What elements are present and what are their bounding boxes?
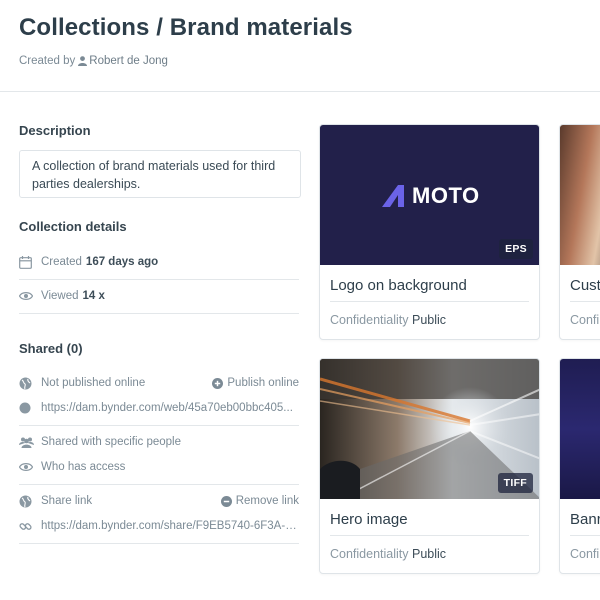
viewed-label: Viewed [41, 290, 79, 302]
divider [570, 535, 600, 536]
divider [330, 535, 529, 536]
created-by: Created by Robert de Jong [19, 55, 168, 67]
share-link-label: Share link [41, 495, 93, 507]
publish-url-row: https://dam.bynder.com/web/45a70eb00bbc4… [19, 393, 299, 423]
created-by-label: Created by [19, 55, 76, 67]
share-url[interactable]: https://dam.bynder.com/share/F9EB5740-6F… [41, 520, 299, 532]
asset-card[interactable]: TIFF Hero image Confidentiality Public [319, 358, 540, 574]
divider [570, 301, 600, 302]
asset-confidentiality: Confidentiality Public [330, 547, 446, 561]
asset-name[interactable]: Cust [570, 277, 600, 294]
file-type-badge: TIFF [497, 473, 533, 493]
user-icon [78, 56, 88, 66]
asset-name[interactable]: Logo on background [330, 277, 467, 294]
divider [19, 313, 299, 314]
divider [19, 484, 299, 485]
page-title: Collections / Brand materials [19, 14, 353, 41]
publish-online-button[interactable]: Publish online [212, 377, 299, 389]
globe-icon [19, 377, 41, 390]
file-type-badge: EPS [499, 239, 533, 259]
created-label: Created [41, 256, 82, 268]
description-box: A collection of brand materials used for… [19, 150, 301, 198]
divider [19, 279, 299, 280]
description-heading: Description [19, 123, 91, 138]
link-icon [19, 520, 41, 533]
asset-thumbnail[interactable] [560, 125, 600, 265]
publish-online-label: Publish online [227, 377, 299, 389]
confidentiality-value: Public [412, 313, 447, 327]
remove-link-button[interactable]: Remove link [220, 495, 299, 507]
asset-thumbnail[interactable]: MOTO EPS [320, 125, 539, 265]
who-has-access-label[interactable]: Who has access [41, 461, 125, 473]
eye-icon [19, 462, 41, 472]
asset-confidentiality: Confidentiality Public [330, 313, 446, 327]
minus-circle-icon [220, 495, 234, 507]
confidentiality-label: Confidentiality [330, 313, 409, 327]
confidentiality-label: Confi [570, 547, 600, 561]
asset-card[interactable]: Cust Confi [559, 124, 600, 340]
collection-details-heading: Collection details [19, 219, 127, 234]
confidentiality-label: Confidentiality [330, 547, 409, 561]
specific-people-label: Shared with specific people [41, 436, 181, 448]
page-header: Collections / Brand materials Created by… [0, 0, 600, 92]
confidentiality-value: Public [412, 547, 447, 561]
asset-name[interactable]: Banr [570, 511, 600, 528]
created-row: Created 167 days ago [19, 247, 299, 277]
share-url-row: https://dam.bynder.com/share/F9EB5740-6F… [19, 511, 299, 541]
users-icon [19, 437, 41, 448]
asset-name[interactable]: Hero image [330, 511, 408, 528]
plus-circle-icon [212, 377, 225, 389]
viewed-row: Viewed 14 x [19, 281, 299, 311]
globe-icon [19, 495, 41, 508]
created-value: 167 days ago [85, 256, 159, 268]
viewed-value: 14 x [82, 290, 105, 302]
remove-link-label: Remove link [235, 495, 299, 507]
asset-card[interactable]: MOTO EPS Logo on background Confidential… [319, 124, 540, 340]
logo-text: MOTO [412, 183, 480, 208]
divider [19, 425, 299, 426]
shared-heading: Shared (0) [19, 341, 83, 356]
divider [330, 301, 529, 302]
divider [19, 543, 299, 544]
dot-icon [19, 402, 41, 414]
who-has-access-row[interactable]: Who has access [19, 452, 299, 482]
asset-confidentiality: Confi [570, 313, 599, 327]
eye-icon [19, 291, 41, 301]
asset-confidentiality: Confi [570, 547, 599, 561]
confidentiality-label: Confi [570, 313, 600, 327]
calendar-icon [19, 255, 41, 269]
asset-thumbnail[interactable]: TIFF [320, 359, 539, 499]
owner-name[interactable]: Robert de Jong [89, 55, 168, 67]
publish-url[interactable]: https://dam.bynder.com/web/45a70eb00bbc4… [41, 402, 293, 414]
not-published-label: Not published online [41, 377, 146, 389]
asset-card[interactable]: Banr Confi [559, 358, 600, 574]
asset-thumbnail[interactable] [560, 359, 600, 499]
